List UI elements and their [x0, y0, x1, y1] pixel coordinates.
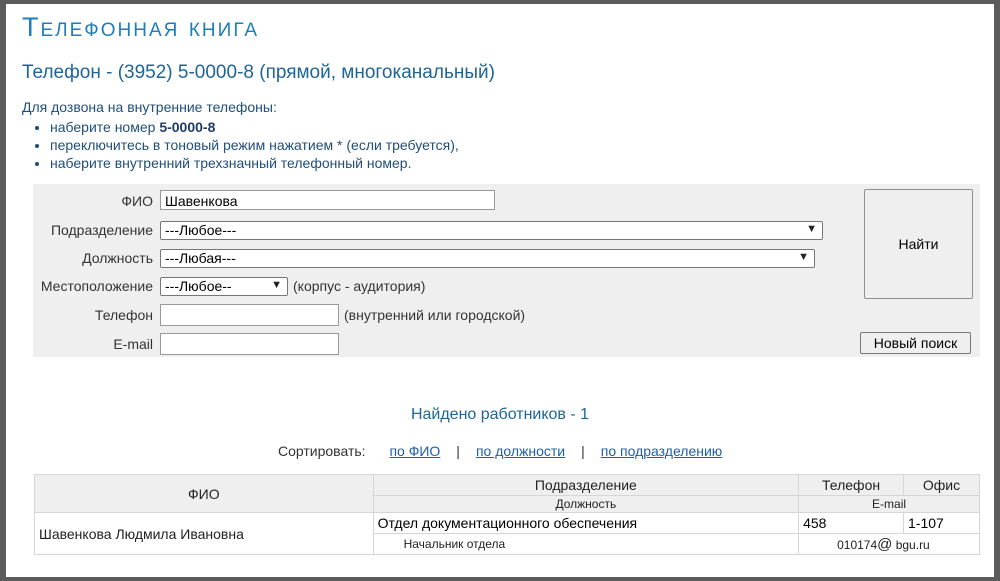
header-email: E-mail [798, 495, 980, 513]
dial-step-1-text: наберите номер [50, 119, 160, 135]
chevron-down-icon: ▼ [798, 251, 809, 263]
results-count: Найдено работников - 1 [410, 406, 590, 423]
email-label: E-mail [113, 336, 153, 352]
employee-office: 1-107 [903, 512, 980, 534]
chevron-down-icon: ▼ [271, 279, 282, 291]
location-hint: (корпус - аудитория) [293, 278, 426, 294]
location-select-value: ---Любое-- [165, 278, 232, 294]
dial-step-2: переключитесь в тоновый режим нажатием *… [50, 136, 459, 154]
position-select-value: ---Любая--- [165, 250, 236, 266]
at-sign-icon: @ [877, 535, 893, 553]
page-subtitle: Телефон - (3952) 5-0000-8 (прямой, много… [22, 62, 495, 83]
email-user: 010174 [837, 537, 878, 552]
phone-label: Телефон [94, 307, 153, 323]
employee-department: Отдел документационного обеспечения [372, 512, 800, 534]
employee-email: 010174@ bgu.ru [798, 533, 980, 555]
sort-by-fio-link[interactable]: по ФИО [389, 443, 440, 459]
department-select-value: ---Любое--- [165, 222, 237, 238]
header-position: Должность [372, 495, 800, 513]
employee-name: Шавенкова Людмила Ивановна [34, 512, 374, 555]
department-select[interactable]: ---Любое--- ▼ [160, 221, 823, 240]
sort-label: Сортировать: [278, 443, 366, 459]
sort-bar: Сортировать: по ФИО | по должности | по подр… [278, 443, 722, 459]
phone-input[interactable] [160, 304, 339, 326]
sort-by-department-link[interactable]: по подразделению [601, 443, 723, 459]
dial-number: 5-0000-8 [159, 119, 216, 135]
employee-phone: 458 [798, 512, 905, 534]
page-title: Телефонная книга [22, 12, 260, 42]
fio-label: ФИО [121, 193, 153, 209]
header-department: Подразделение [372, 474, 800, 496]
search-form: ФИО Шавенкова Подразделение ---Любое--- … [33, 184, 980, 357]
header-phone: Телефон [798, 474, 905, 496]
location-label: Местоположение [40, 278, 153, 294]
header-office: Офис [903, 474, 980, 496]
dial-steps: наберите номер 5-0000-8 переключитесь в … [22, 118, 459, 172]
dial-instructions: Для дозвона на внутренние телефоны: набе… [22, 99, 459, 172]
position-select[interactable]: ---Любая--- ▼ [160, 249, 815, 268]
header-fio: ФИО [34, 474, 374, 513]
position-label: Должность [82, 250, 153, 266]
chevron-down-icon: ▼ [806, 223, 817, 235]
dial-step-1: наберите номер 5-0000-8 [50, 118, 459, 136]
sort-separator: | [581, 443, 585, 459]
dial-intro: Для дозвона на внутренние телефоны: [22, 99, 277, 115]
find-button[interactable]: Найти [864, 189, 973, 299]
sort-separator: | [456, 443, 460, 459]
results-table: ФИО Подразделение Телефон Офис Должность… [34, 474, 980, 555]
email-domain: bgu.ru [892, 537, 930, 552]
phone-hint: (внутренний или городской) [344, 307, 526, 323]
new-search-button[interactable]: Новый поиск [860, 332, 971, 354]
fio-input[interactable]: Шавенкова [160, 190, 495, 210]
employee-position: Начальник отдела [372, 533, 800, 555]
page: Телефонная книга Телефон - (3952) 5-0000… [6, 4, 994, 577]
sort-by-position-link[interactable]: по должности [476, 443, 565, 459]
table-header-row: ФИО Подразделение Телефон Офис [34, 474, 980, 513]
dial-step-3: наберите внутренний трехзначный телефонн… [50, 154, 459, 172]
table-row: Шавенкова Людмила Ивановна Отдел докумен… [34, 512, 980, 555]
location-select[interactable]: ---Любое-- ▼ [160, 277, 288, 296]
email-input[interactable] [160, 333, 339, 355]
department-label: Подразделение [50, 222, 153, 238]
